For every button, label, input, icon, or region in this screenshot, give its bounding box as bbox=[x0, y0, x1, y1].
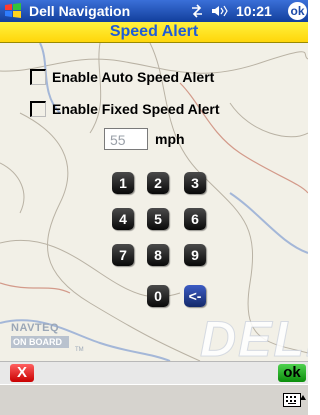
speed-unit-label: mph bbox=[155, 131, 185, 147]
action-bar: X ok bbox=[0, 361, 308, 385]
keypad-key-4[interactable]: 4 bbox=[112, 208, 134, 230]
title-bar: Dell Navigation 10:21 ok bbox=[0, 0, 308, 22]
keypad-key-6[interactable]: 6 bbox=[184, 208, 206, 230]
keypad-key-3[interactable]: 3 bbox=[184, 172, 206, 194]
navteq-trademark: TM bbox=[75, 347, 84, 353]
auto-speed-alert-checkbox[interactable] bbox=[30, 69, 46, 85]
fixed-speed-alert-checkbox[interactable] bbox=[30, 101, 46, 117]
clock: 10:21 bbox=[236, 3, 272, 19]
keypad-key-9[interactable]: 9 bbox=[184, 244, 206, 266]
keypad-key-1[interactable]: 1 bbox=[112, 172, 134, 194]
speed-alert-screen: Dell Navigation 10:21 ok Speed Alert Ena… bbox=[0, 0, 308, 415]
keypad-key-8[interactable]: 8 bbox=[147, 244, 169, 266]
keypad-key-5[interactable]: 5 bbox=[147, 208, 169, 230]
keypad-key-7[interactable]: 7 bbox=[112, 244, 134, 266]
auto-speed-alert-label[interactable]: Enable Auto Speed Alert bbox=[52, 69, 214, 85]
sip-up-arrow-icon[interactable] bbox=[300, 395, 306, 400]
volume-icon bbox=[212, 5, 228, 17]
windows-start-icon[interactable] bbox=[3, 1, 23, 21]
dell-watermark-logo: DELL bbox=[200, 311, 308, 368]
navteq-brand-text: NAVTEQ bbox=[11, 322, 60, 334]
cancel-button[interactable]: X bbox=[10, 364, 34, 382]
navteq-onboard-text: ON BOARD bbox=[11, 336, 69, 348]
menu-bar bbox=[0, 384, 308, 415]
navteq-logo: NAVTEQ ON BOARD TM bbox=[11, 322, 84, 353]
fixed-speed-alert-option[interactable]: Enable Fixed Speed Alert bbox=[30, 99, 220, 119]
backspace-button[interactable]: <- bbox=[184, 285, 206, 307]
connectivity-icon bbox=[192, 4, 202, 18]
status-icons[interactable] bbox=[190, 4, 234, 18]
ok-button[interactable]: ok bbox=[278, 364, 306, 382]
fixed-speed-alert-label[interactable]: Enable Fixed Speed Alert bbox=[52, 101, 220, 117]
keypad-key-0[interactable]: 0 bbox=[147, 285, 169, 307]
title-ok-button[interactable]: ok bbox=[288, 2, 307, 20]
auto-speed-alert-option[interactable]: Enable Auto Speed Alert bbox=[30, 67, 214, 87]
keyboard-icon[interactable] bbox=[283, 393, 301, 407]
keypad-key-2[interactable]: 2 bbox=[147, 172, 169, 194]
speed-limit-input[interactable]: 55 bbox=[104, 128, 148, 150]
page-title: Speed Alert bbox=[0, 22, 308, 43]
app-title: Dell Navigation bbox=[29, 3, 131, 19]
